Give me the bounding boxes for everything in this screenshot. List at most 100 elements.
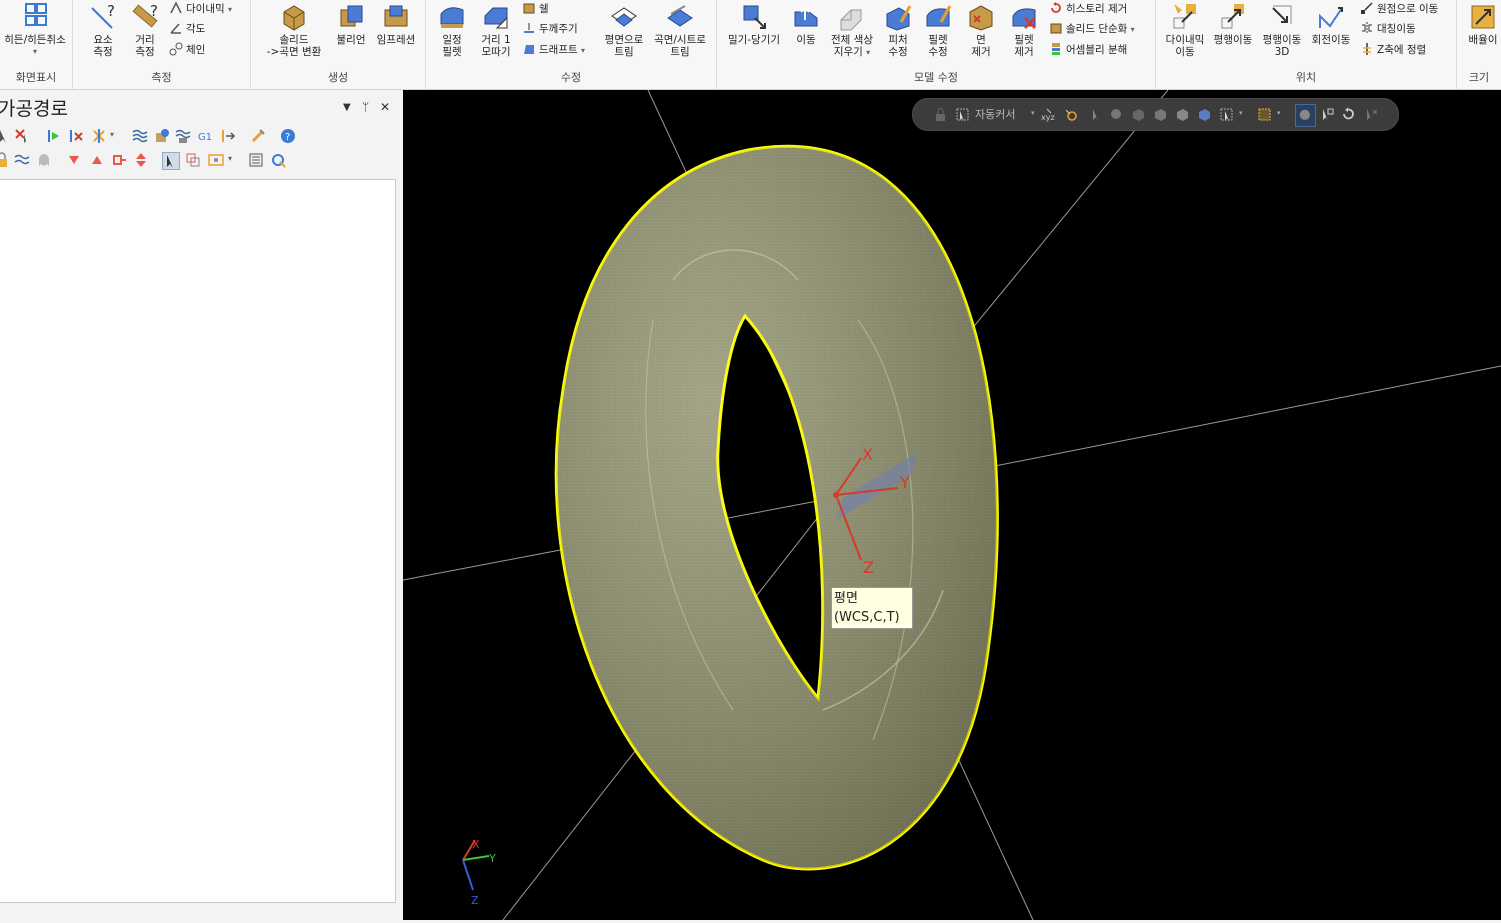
select-body-icon[interactable] (1153, 107, 1168, 122)
autocursor-dropdown-icon[interactable]: ▾ (1031, 109, 1035, 117)
panel-dropdown-button[interactable]: ▼ (343, 102, 351, 113)
boolean-button[interactable]: 불리언 (331, 2, 371, 46)
impression-button[interactable]: 임프레션 (373, 2, 419, 46)
feature-modify-button[interactable]: 피처 수정 (879, 2, 917, 58)
tooltip-title: 평면 (834, 591, 858, 606)
move-face-button[interactable]: 이동 (787, 2, 825, 46)
dynamic-measure-button[interactable]: 다이내믹 ▾ (169, 0, 232, 18)
model-canvas[interactable]: X Y Z X Y Z (403, 90, 1501, 920)
chamfer-button[interactable]: 거리 1 모따기 (474, 2, 518, 58)
feature-modify-label: 피처 수정 (888, 34, 908, 58)
select-solid-icon[interactable] (1109, 107, 1124, 122)
snap-settings-icon[interactable] (1063, 107, 1078, 122)
display-options-icon[interactable] (208, 152, 224, 168)
simulate-icon[interactable] (175, 128, 191, 144)
select-face-icon[interactable] (1131, 107, 1146, 122)
g1-icon[interactable]: G1 (197, 128, 213, 144)
window-select-icon[interactable] (1257, 107, 1272, 122)
angle-measure-label: 각도 (186, 23, 206, 35)
select-mode-icon[interactable] (1219, 107, 1234, 122)
rotate-button[interactable]: 회전이동 (1306, 2, 1356, 46)
trim-by-surface-button[interactable]: 곡면/시트로 트림 (649, 2, 711, 58)
constant-fillet-button[interactable]: 일정 필렛 (430, 2, 474, 58)
deselect-icon[interactable] (14, 128, 30, 144)
expand-collapse-icon[interactable] (133, 152, 149, 168)
solid-simplify-button[interactable]: 솔리드 단순화 ▾ (1049, 20, 1135, 38)
select-all-icon[interactable] (0, 128, 12, 144)
autocursor-icon[interactable] (955, 107, 970, 122)
angle-measure-button[interactable]: 각도 (169, 20, 205, 38)
move-up-icon[interactable] (89, 152, 105, 168)
group-modify: 일정 필렛 거리 1 모따기 쉘 두께주기 드래프트 ▾ 평면으로 트림 곡면/… (426, 0, 717, 89)
history-remove-button[interactable]: 히스토리 제거 (1049, 0, 1127, 18)
toolpath-tree[interactable] (0, 179, 396, 903)
translate-3d-button[interactable]: 평행이동 3D (1258, 2, 1306, 58)
graphics-viewport[interactable]: X Y Z X Y Z 자동커서 ▾ xyz ▾ ▾ 평면 (WCS,C,T) (403, 90, 1501, 920)
torus-model[interactable] (554, 144, 999, 871)
insert-arrow-icon[interactable] (111, 152, 127, 168)
trim-by-plane-button[interactable]: 평면으로 트림 (598, 2, 650, 58)
group-size-label: 크기 (1468, 71, 1490, 84)
clear-selection-icon[interactable] (1363, 107, 1378, 122)
align-z-button[interactable]: Z축에 정렬 (1360, 41, 1426, 59)
window-select-dropdown-icon[interactable]: ▾ (1277, 109, 1281, 117)
regen-icon[interactable] (46, 128, 62, 144)
hide-show-button[interactable]: 히든/히든취소 ▾ (0, 2, 70, 58)
mirror-label: 대칭이동 (1377, 23, 1416, 35)
select-mode-dropdown-icon[interactable]: ▾ (1239, 109, 1243, 117)
tool-manager-icon[interactable] (250, 128, 266, 144)
tool-list-icon[interactable] (248, 152, 264, 168)
verify-icon[interactable] (154, 128, 170, 144)
ghost-icon[interactable] (36, 152, 52, 168)
toolpath-toolbar-2: ▾ (0, 150, 400, 172)
element-measure-button[interactable]: ? 요소 측정 (83, 2, 123, 58)
backplot-icon[interactable] (132, 128, 148, 144)
cursor-icon[interactable] (1089, 107, 1104, 122)
history-remove-label: 히스토리 제거 (1066, 3, 1128, 15)
panel-close-button[interactable]: ✕ (380, 100, 390, 114)
erase-all-color-button[interactable]: 전체 색상 지우기 ▾ (825, 2, 879, 59)
select-edge-icon[interactable] (1175, 107, 1190, 122)
draft-icon (524, 45, 534, 54)
copy-icon[interactable] (185, 152, 201, 168)
distance-measure-button[interactable]: ? 거리 측정 (125, 2, 165, 58)
lock-icon[interactable] (933, 107, 948, 122)
post-icon[interactable] (220, 128, 236, 144)
chain-measure-button[interactable]: 체인 (169, 41, 205, 59)
toggle-toolpath-icon[interactable] (14, 152, 30, 168)
solid-to-surface-button[interactable]: 솔리드 ->곡면 변환 (255, 2, 333, 58)
push-pull-button[interactable]: 밀기-당기기 (721, 2, 787, 46)
face-remove-button[interactable]: 면 제거 (963, 2, 999, 58)
move-to-origin-button[interactable]: 원점으로 이동 (1360, 0, 1438, 18)
move-down-icon[interactable] (66, 152, 82, 168)
translate-button[interactable]: 평행이동 (1210, 2, 1256, 46)
settings-icon[interactable] (270, 152, 286, 168)
refresh-icon[interactable] (1341, 107, 1356, 122)
hide-show-icon (25, 3, 47, 26)
dynamic-move-button[interactable]: 다이내믹 이동 (1160, 2, 1210, 58)
thicken-button[interactable]: 두께주기 (522, 20, 578, 38)
fillet-remove-button[interactable]: 필렛 제거 (1005, 2, 1043, 58)
verify-selection-icon[interactable] (1295, 104, 1316, 127)
shell-button[interactable]: 쉘 (522, 0, 549, 18)
xyz-icon[interactable]: xyz (1041, 107, 1059, 122)
dynamic-measure-label: 다이내믹 (186, 3, 225, 15)
draft-button[interactable]: 드래프트 ▾ (522, 41, 585, 59)
regen-dirty-icon[interactable] (68, 128, 84, 144)
select-toolpath-icon[interactable] (162, 152, 180, 170)
toggle-display-icon[interactable] (91, 128, 107, 144)
lock-icon[interactable] (0, 152, 10, 168)
select-last-icon[interactable] (1319, 107, 1334, 122)
autocursor-label[interactable]: 자동커서 (975, 106, 1015, 122)
help-icon[interactable]: ? (280, 128, 296, 144)
assembly-split-button[interactable]: 어셈블리 분해 (1049, 41, 1127, 59)
chamfer-label: 거리 1 모따기 (481, 34, 511, 58)
display-options-dropdown-icon[interactable]: ▾ (228, 154, 232, 163)
panel-pin-button[interactable]: ᛘ (362, 100, 369, 114)
select-vertex-icon[interactable] (1197, 107, 1212, 122)
mirror-button[interactable]: 대칭이동 (1360, 20, 1416, 38)
toggle-display-dropdown-icon[interactable]: ▾ (110, 130, 114, 139)
fillet-modify-button[interactable]: 필렛 수정 (919, 2, 957, 58)
fillet-modify-label: 필렛 수정 (928, 34, 948, 58)
scale-button[interactable]: 배율이 (1463, 2, 1501, 46)
